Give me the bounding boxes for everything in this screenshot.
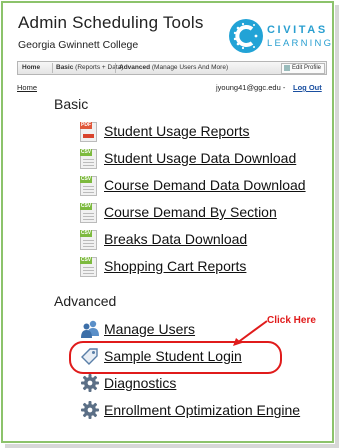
logout-link[interactable]: Log Out bbox=[293, 83, 322, 92]
csv-file-icon: CSV bbox=[80, 257, 97, 277]
csv-file-icon: CSV bbox=[80, 176, 97, 196]
csv-file-icon: CSV bbox=[80, 203, 97, 223]
menu-item-label: Shopping Cart Reports bbox=[104, 258, 247, 274]
users-icon bbox=[81, 320, 99, 338]
gear-icon bbox=[81, 374, 99, 392]
nav-advanced-label: Advanced bbox=[119, 64, 151, 71]
logo-name: CIVITAS bbox=[267, 24, 328, 36]
user-email: jyoung41@ggc.edu - bbox=[216, 83, 286, 92]
home-link[interactable]: Home bbox=[17, 83, 37, 92]
nav-basic[interactable]: Basic (Reports + Data) bbox=[56, 62, 123, 74]
nav-divider bbox=[52, 63, 53, 73]
edit-profile-label: Edit Profile bbox=[291, 65, 321, 71]
annotation-arrow-icon bbox=[233, 320, 268, 346]
nav-basic-desc: (Reports + Data) bbox=[75, 64, 124, 71]
nav-divider bbox=[115, 63, 116, 73]
page-title: Admin Scheduling Tools bbox=[18, 13, 204, 32]
page-frame: Admin Scheduling Tools Georgia Gwinnett … bbox=[1, 1, 334, 443]
frame-shadow-right bbox=[335, 5, 339, 446]
section-title-advanced: Advanced bbox=[54, 293, 117, 309]
menu-item-label: Course Demand By Section bbox=[104, 204, 277, 220]
top-nav-bar: Home Basic (Reports + Data) Advanced (Ma… bbox=[17, 61, 327, 75]
pdf-file-icon: PDF bbox=[80, 122, 97, 142]
gear-icon bbox=[81, 401, 99, 419]
csv-file-icon: CSV bbox=[80, 230, 97, 250]
edit-profile-button[interactable]: Edit Profile bbox=[280, 63, 325, 74]
nav-advanced[interactable]: Advanced (Manage Users And More) bbox=[119, 62, 228, 74]
nav-basic-label: Basic bbox=[56, 64, 74, 71]
nav-advanced-desc: (Manage Users And More) bbox=[151, 64, 229, 71]
menu-item-label: Diagnostics bbox=[104, 375, 177, 391]
nav-home-label: Home bbox=[22, 64, 41, 71]
menu-item-label: Manage Users bbox=[104, 321, 196, 337]
click-here-annotation: Click Here bbox=[267, 315, 316, 326]
frame-shadow-bottom bbox=[5, 444, 339, 448]
menu-item-label: Breaks Data Download bbox=[104, 231, 248, 247]
profile-icon bbox=[283, 65, 290, 71]
civitas-logo: CIVITAS LEARNING bbox=[229, 19, 331, 55]
menu-item-label: Enrollment Optimization Engine bbox=[104, 402, 301, 418]
logo-tagline: LEARNING bbox=[267, 38, 334, 49]
menu-item-label: Student Usage Data Download bbox=[104, 150, 297, 166]
college-name: Georgia Gwinnett College bbox=[18, 39, 139, 51]
civitas-logo-mark-icon bbox=[229, 19, 263, 53]
section-title-basic: Basic bbox=[54, 96, 89, 112]
menu-item-label: Student Usage Reports bbox=[104, 123, 250, 139]
menu-item-label: Course Demand Data Download bbox=[104, 177, 306, 193]
nav-home[interactable]: Home bbox=[22, 62, 40, 74]
csv-file-icon: CSV bbox=[80, 149, 97, 169]
